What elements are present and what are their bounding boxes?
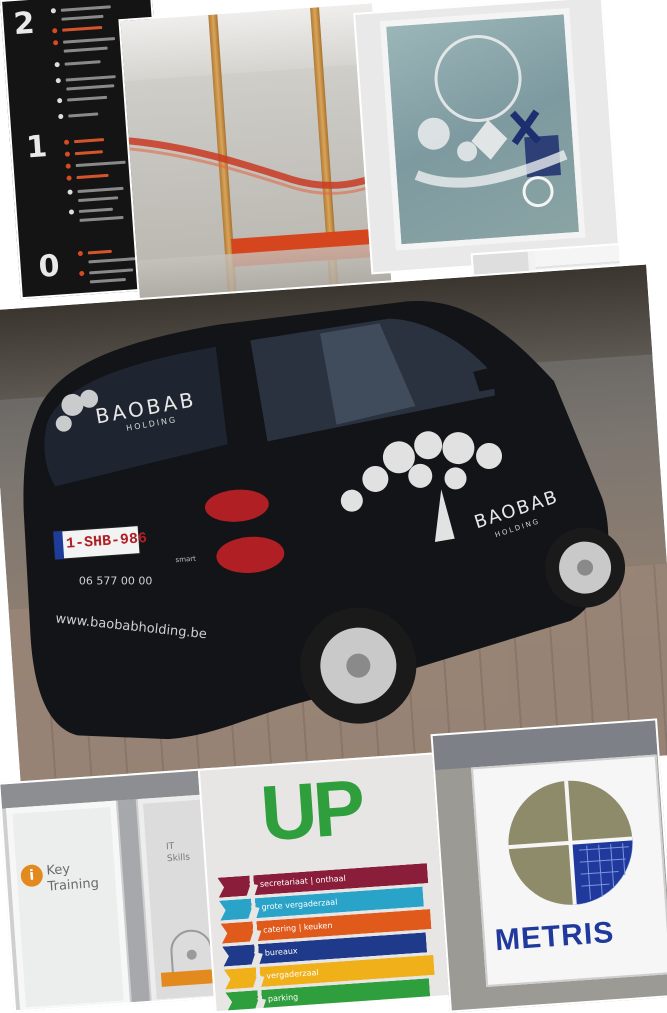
directory-row-highlight — [76, 173, 109, 180]
directory-row — [67, 95, 108, 102]
directory-row — [60, 5, 111, 12]
directory-bullet — [66, 175, 72, 181]
directory-row — [88, 256, 139, 264]
up-logo: UP — [257, 762, 365, 858]
directory-bullet — [79, 270, 85, 277]
direction-arrow-label: parking — [267, 992, 299, 1004]
directory-bullet — [68, 209, 75, 215]
directory-row — [68, 112, 99, 118]
direction-arrow-label: secretariaat | onthaal — [259, 873, 347, 889]
direction-arrow-label: bureaux — [264, 946, 298, 958]
car-badge: smart — [175, 554, 197, 565]
floor-number-2: 2 — [12, 5, 36, 43]
directory-row-highlight — [74, 150, 103, 156]
floor-number-1: 1 — [25, 129, 49, 166]
direction-arrow-label: catering | keuken — [262, 920, 333, 935]
directory-bullet — [65, 163, 71, 169]
directory-row-highlight — [73, 138, 105, 144]
directory-row — [77, 186, 124, 194]
car-phone: 06 577 00 00 — [78, 574, 153, 588]
directory-row — [89, 277, 126, 284]
directory-row — [63, 46, 108, 53]
keytraining-photo: i Key Training IT Skills — [0, 767, 229, 1013]
metris-panel: METRIS — [470, 754, 667, 987]
directory-row — [65, 75, 116, 82]
keytraining-logo-icon: i — [20, 863, 44, 888]
directory-bullet — [58, 113, 64, 120]
right-door-line2: Skills — [166, 852, 191, 865]
directory-bullet — [56, 97, 63, 104]
directory-bullet — [50, 8, 57, 14]
directory-bullet — [54, 62, 60, 68]
directory-row-highlight — [62, 25, 103, 32]
keytraining-brand-line1: Key — [45, 861, 71, 879]
directory-row — [79, 215, 124, 222]
right-door-line1: IT — [165, 841, 175, 853]
globe-logo-icon — [508, 780, 633, 905]
directory-row-highlight — [87, 249, 112, 255]
car-photo: BAOBAB HOLDING BAOBAB HOLDING 1-SHB-986 … — [0, 262, 667, 803]
directory-row — [78, 196, 119, 203]
window-logo-decal — [414, 34, 568, 208]
directory-bullet — [55, 77, 61, 84]
direction-arrow-label: vergaderzaal — [266, 967, 319, 981]
up-sign-photo: UP secretariaat | onthaal grote vergaderz… — [197, 751, 461, 1013]
window-decal-photo — [353, 0, 621, 275]
directory-row — [89, 268, 134, 275]
window-pane — [379, 7, 586, 251]
directory-bullet — [52, 40, 59, 46]
direction-arrow-label: grote vergaderzaal — [261, 897, 338, 912]
direction-arrow: parking — [225, 978, 430, 1012]
directory-row — [75, 160, 126, 168]
directory-row — [61, 14, 104, 21]
directory-row — [78, 207, 113, 214]
directory-row — [62, 37, 116, 44]
glass-door-left: i Key Training — [6, 800, 131, 1013]
metris-wordmark: METRIS — [493, 915, 616, 958]
frosted-glass-photo — [118, 1, 394, 304]
directory-row — [66, 84, 115, 91]
directory-bullet — [52, 28, 58, 34]
floor-number-0: 0 — [37, 248, 61, 285]
directory-bullet — [77, 250, 84, 257]
keytraining-brand-line2: Training — [47, 876, 100, 895]
metris-photo: METRIS — [430, 718, 667, 1013]
directory-bullet — [67, 189, 73, 195]
directory-row — [64, 60, 101, 66]
directory-bullet — [63, 139, 70, 145]
directory-bullet — [64, 151, 71, 157]
